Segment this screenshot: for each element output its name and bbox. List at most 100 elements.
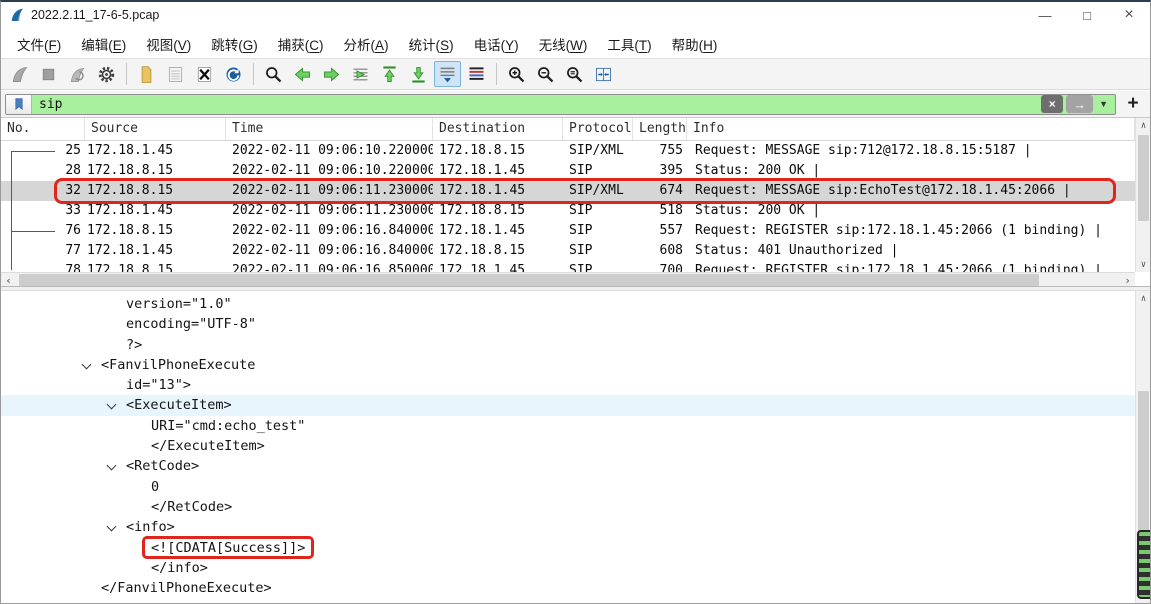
colorize-packets-button[interactable] (463, 61, 490, 87)
reload-file-button[interactable] (220, 61, 247, 87)
xml-line[interactable]: </RetCode> (1, 497, 1150, 517)
scrollbar-thumb[interactable] (1138, 135, 1149, 221)
resize-columns-button[interactable] (590, 61, 617, 87)
scrollbar-thumb[interactable] (19, 274, 1039, 286)
xml-line-text: id="13"> (126, 377, 191, 393)
menu-item-statistics[interactable]: 统计(S) (399, 30, 464, 58)
menu-item-analyze[interactable]: 分析(A) (334, 30, 399, 58)
zoom-in-button[interactable] (503, 61, 530, 87)
minimize-button[interactable]: — (1024, 2, 1066, 28)
xml-line[interactable]: <RetCode> (1, 456, 1150, 476)
menu-item-help[interactable]: 帮助(H) (662, 30, 728, 58)
xml-line[interactable]: id="13"> (1, 375, 1150, 395)
add-filter-button[interactable]: + (1120, 93, 1146, 115)
bookmark-icon (12, 97, 26, 111)
close-file-button[interactable] (191, 61, 218, 87)
packet-row-77[interactable]: 77172.18.1.452022-02-11 09:06:16.8400001… (1, 241, 1135, 261)
save-file-button[interactable] (162, 61, 189, 87)
column-header-source[interactable]: Source (85, 118, 226, 140)
find-packet-button[interactable] (260, 61, 287, 87)
toolbar-separator (126, 63, 127, 85)
scroll-left-arrow-icon[interactable]: ‹ (1, 273, 16, 287)
menu-item-go[interactable]: 跳转(G) (201, 30, 268, 58)
go-to-packet-icon (350, 64, 371, 85)
cell-length: 395 (633, 161, 687, 181)
collapse-chevron-icon[interactable] (107, 522, 117, 532)
cell-destination: 172.18.1.45 (433, 261, 563, 272)
auto-scroll-button[interactable] (434, 61, 461, 87)
collapse-chevron-icon[interactable] (107, 400, 117, 410)
go-back-button[interactable] (289, 61, 316, 87)
menu-item-file[interactable]: 文件(F) (7, 30, 71, 58)
zoom-out-button[interactable] (532, 61, 559, 87)
packet-row-33[interactable]: 33172.18.1.452022-02-11 09:06:11.2300001… (1, 201, 1135, 221)
go-to-packet-button[interactable] (347, 61, 374, 87)
column-header-protocol[interactable]: Protocol (563, 118, 633, 140)
packet-row-28[interactable]: 28172.18.8.152022-02-11 09:06:10.2200001… (1, 161, 1135, 181)
menu-item-capture[interactable]: 捕获(C) (268, 30, 334, 58)
cell-info: Request: MESSAGE sip:712@172.18.8.15:518… (687, 141, 1135, 161)
wireshark-fin-icon (9, 7, 25, 23)
xml-line[interactable]: <![CDATA[Success]]> (1, 538, 1150, 558)
column-header-info[interactable]: Info (687, 118, 1135, 140)
xml-line[interactable]: </FanvilPhoneExecute> (1, 578, 1150, 598)
column-header-time[interactable]: Time (226, 118, 433, 140)
xml-line[interactable]: <info> (1, 517, 1150, 537)
zoom-normal-icon (564, 64, 585, 85)
close-button[interactable]: × (1108, 2, 1150, 28)
scroll-up-arrow-icon[interactable]: ∧ (1136, 118, 1151, 133)
xml-line[interactable]: URI="cmd:echo_test" (1, 416, 1150, 436)
filter-bookmark-button[interactable] (6, 95, 32, 114)
filter-dropdown-caret[interactable]: ▼ (1099, 99, 1108, 109)
scroll-down-arrow-icon[interactable]: ∨ (1136, 257, 1151, 272)
menu-item-tools[interactable]: 工具(T) (597, 30, 661, 58)
window-controls: — □ × (1024, 2, 1150, 28)
cell-destination: 172.18.8.15 (433, 141, 563, 161)
start-capture-button[interactable] (6, 61, 33, 87)
xml-line[interactable]: version="1.0" (1, 294, 1150, 314)
packet-row-76[interactable]: 76172.18.8.152022-02-11 09:06:16.8400001… (1, 221, 1135, 241)
packet-list-pane: No.SourceTimeDestinationProtocolLengthIn… (1, 117, 1150, 286)
menu-item-edit[interactable]: 编辑(E) (71, 30, 136, 58)
capture-options-button[interactable] (93, 61, 120, 87)
packet-row-32[interactable]: 32172.18.8.152022-02-11 09:06:11.2300001… (1, 181, 1135, 201)
column-header-no[interactable]: No. (1, 118, 85, 140)
packet-list-header: No.SourceTimeDestinationProtocolLengthIn… (1, 118, 1135, 141)
filter-clear-button[interactable]: × (1041, 95, 1063, 113)
menu-item-wireless[interactable]: 无线(W) (529, 30, 598, 58)
cell-source: 172.18.1.45 (85, 141, 226, 161)
xml-line[interactable]: ?> (1, 335, 1150, 355)
menu-item-view[interactable]: 视图(V) (136, 30, 201, 58)
packet-row-78[interactable]: 78172.18.8.152022-02-11 09:06:16.8500001… (1, 261, 1135, 272)
xml-line[interactable]: </info> (1, 558, 1150, 578)
scroll-right-arrow-icon[interactable]: › (1120, 273, 1135, 287)
xml-line-text: ?> (126, 337, 142, 353)
collapse-chevron-icon[interactable] (107, 461, 117, 471)
save-file-icon (165, 64, 186, 85)
maximize-button[interactable]: □ (1066, 2, 1108, 28)
collapse-chevron-icon[interactable] (82, 359, 92, 369)
go-to-bottom-button[interactable] (405, 61, 432, 87)
go-to-top-button[interactable] (376, 61, 403, 87)
go-forward-button[interactable] (318, 61, 345, 87)
xml-line[interactable]: 0 (1, 477, 1150, 497)
scroll-up-arrow-icon[interactable]: ∧ (1136, 291, 1150, 306)
menu-item-telephony[interactable]: 电话(Y) (464, 30, 529, 58)
xml-line[interactable]: </ExecuteItem> (1, 436, 1150, 456)
filter-apply-button[interactable]: → (1066, 95, 1093, 113)
packet-row-25[interactable]: 25172.18.1.452022-02-11 09:06:10.2200001… (1, 141, 1135, 161)
filter-input[interactable] (32, 97, 1041, 112)
open-file-button[interactable] (133, 61, 160, 87)
xml-line[interactable]: encoding="UTF-8" (1, 314, 1150, 334)
zoom-normal-button[interactable] (561, 61, 588, 87)
packet-list-vscrollbar[interactable]: ∧ ∨ (1135, 118, 1150, 272)
restart-capture-button[interactable] (64, 61, 91, 87)
xml-line[interactable]: <FanvilPhoneExecute (1, 355, 1150, 375)
packet-list-hscrollbar[interactable]: ‹ › (1, 272, 1135, 286)
stop-capture-button[interactable] (35, 61, 62, 87)
column-header-length[interactable]: Length (633, 118, 687, 140)
cell-source: 172.18.8.15 (85, 181, 226, 201)
cell-source: 172.18.1.45 (85, 201, 226, 221)
xml-line[interactable]: <ExecuteItem> (1, 395, 1150, 415)
column-header-destination[interactable]: Destination (433, 118, 563, 140)
